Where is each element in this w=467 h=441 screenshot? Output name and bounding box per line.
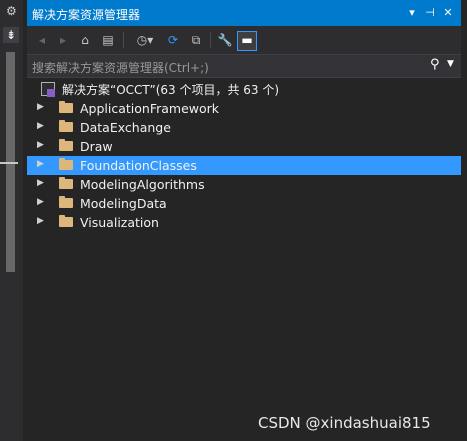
toolbar-separator xyxy=(210,32,211,48)
watermark-text: CSDN @xindashuai815 xyxy=(258,414,431,432)
auto-hide-pin-button-icon[interactable]: ⊣ xyxy=(423,5,437,21)
expand-arrow-icon[interactable]: ▶ xyxy=(37,216,44,226)
expand-arrow-icon[interactable]: ▶ xyxy=(37,102,44,112)
collapse-all-icon[interactable]: ⧉ xyxy=(187,31,205,49)
search-icon[interactable]: ⚲ xyxy=(430,57,440,72)
folder-icon xyxy=(59,120,73,132)
tree-item-label: ApplicationFramework xyxy=(80,101,220,116)
forward-icon[interactable]: ▸ xyxy=(54,31,72,49)
expand-arrow-icon[interactable]: ▶ xyxy=(37,197,44,207)
tree-item-visualization[interactable]: ▶ Visualization xyxy=(27,213,461,232)
folder-icon xyxy=(59,158,73,170)
tree-item-label: Visualization xyxy=(80,215,159,230)
solution-label: 解决方案“OCCT”(63 个项目，共 63 个) xyxy=(62,83,280,97)
window-title: 解决方案资源管理器 xyxy=(32,8,141,22)
home-icon[interactable]: ⌂ xyxy=(76,31,94,49)
tree-item-label: DataExchange xyxy=(80,120,171,135)
properties-wrench-icon[interactable]: 🔧 xyxy=(216,31,234,49)
window-menu-dropdown-icon[interactable]: ▾ xyxy=(405,5,419,21)
folder-icon xyxy=(59,177,73,189)
folder-icon xyxy=(59,196,73,208)
sync-icon[interactable]: ⟳ xyxy=(164,31,182,49)
left-dock-strip: ⚙ ⇟ xyxy=(0,0,23,441)
search-input[interactable]: 搜索解决方案资源管理器(Ctrl+;) ⚲ ▼ xyxy=(27,54,461,78)
solution-explorer-panel: 解决方案资源管理器 ▾ ⊣ ✕ ◂ ▸ ⌂ ▤ ◷▾ ⟳ ⧉ 🔧 ▬ 搜索解决方… xyxy=(27,0,461,441)
tree-item-modelingdata[interactable]: ▶ ModelingData xyxy=(27,194,461,213)
tree-item-modelingalgorithms[interactable]: ▶ ModelingAlgorithms xyxy=(27,175,461,194)
tree-item-draw[interactable]: ▶ Draw xyxy=(27,137,461,156)
expand-arrow-icon[interactable]: ▶ xyxy=(37,159,44,169)
folder-icon xyxy=(59,139,73,151)
preview-icon[interactable]: ▬ xyxy=(237,31,257,51)
solution-icon xyxy=(41,82,55,97)
solution-node[interactable]: 解决方案“OCCT”(63 个项目，共 63 个) xyxy=(27,80,461,99)
tree-item-foundationclasses[interactable]: ▶ FoundationClasses xyxy=(27,156,461,175)
tree-item-applicationframework[interactable]: ▶ ApplicationFramework xyxy=(27,99,461,118)
auto-hide-pin-icon[interactable]: ⇟ xyxy=(3,27,19,43)
tree-item-dataexchange[interactable]: ▶ DataExchange xyxy=(27,118,461,137)
tree-item-label: FoundationClasses xyxy=(80,158,197,173)
search-options-dropdown-icon[interactable]: ▼ xyxy=(447,59,454,69)
history-icon[interactable]: ◷▾ xyxy=(131,31,159,49)
expand-arrow-icon[interactable]: ▶ xyxy=(37,140,44,150)
close-icon[interactable]: ✕ xyxy=(441,5,455,21)
expand-arrow-icon[interactable]: ▶ xyxy=(37,178,44,188)
toolbar-separator xyxy=(123,32,124,48)
folder-icon xyxy=(59,215,73,227)
tree-item-label: Draw xyxy=(80,139,113,154)
back-icon[interactable]: ◂ xyxy=(33,31,51,49)
solution-switch-icon[interactable]: ▤ xyxy=(99,31,117,49)
tree-item-label: ModelingAlgorithms xyxy=(80,177,205,192)
folder-icon xyxy=(59,101,73,113)
expand-arrow-icon[interactable]: ▶ xyxy=(37,121,44,131)
gear-icon[interactable]: ⚙ xyxy=(6,4,17,18)
toolbar: ◂ ▸ ⌂ ▤ ◷▾ ⟳ ⧉ 🔧 ▬ xyxy=(27,26,461,54)
splitter-handle[interactable] xyxy=(0,162,18,164)
search-placeholder: 搜索解决方案资源管理器(Ctrl+;) xyxy=(32,61,209,75)
tree-item-label: ModelingData xyxy=(80,196,167,211)
title-bar[interactable]: 解决方案资源管理器 ▾ ⊣ ✕ xyxy=(27,0,461,26)
